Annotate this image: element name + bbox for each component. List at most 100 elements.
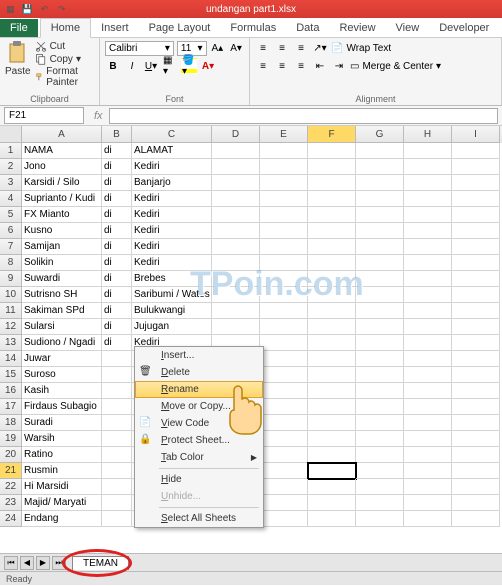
cell[interactable]: [404, 431, 452, 447]
cell[interactable]: [404, 511, 452, 527]
cell[interactable]: [452, 159, 500, 175]
select-all-corner[interactable]: [0, 126, 22, 143]
cell[interactable]: Kediri: [132, 255, 212, 271]
cell[interactable]: Kediri: [132, 223, 212, 239]
cell[interactable]: [308, 431, 356, 447]
column-header[interactable]: H: [404, 126, 452, 143]
format-painter-button[interactable]: Format Painter: [35, 66, 94, 88]
cell[interactable]: [452, 495, 500, 511]
cell[interactable]: [404, 271, 452, 287]
cell[interactable]: [308, 175, 356, 191]
cell[interactable]: Saribumi / Wates: [132, 287, 212, 303]
row-header[interactable]: 24: [0, 511, 22, 527]
cell[interactable]: [356, 463, 404, 479]
cell[interactable]: [404, 335, 452, 351]
cell[interactable]: [356, 479, 404, 495]
cell[interactable]: [102, 367, 132, 383]
cell[interactable]: [356, 143, 404, 159]
cell[interactable]: [260, 495, 308, 511]
cell[interactable]: [260, 463, 308, 479]
row-header[interactable]: 3: [0, 175, 22, 191]
align-right-icon[interactable]: ≡: [293, 58, 309, 74]
align-bottom-icon[interactable]: ≡: [293, 40, 309, 56]
cell[interactable]: [308, 399, 356, 415]
cell[interactable]: Brebes: [132, 271, 212, 287]
cell[interactable]: Rusmin: [22, 463, 102, 479]
cell[interactable]: di: [102, 319, 132, 335]
cell[interactable]: [404, 383, 452, 399]
cell[interactable]: Kediri: [132, 207, 212, 223]
tab-data[interactable]: Data: [286, 19, 329, 37]
cell[interactable]: [260, 399, 308, 415]
row-header[interactable]: 13: [0, 335, 22, 351]
first-sheet-button[interactable]: ⏮: [4, 556, 18, 570]
cell[interactable]: [260, 351, 308, 367]
cell[interactable]: [356, 239, 404, 255]
cell[interactable]: [356, 255, 404, 271]
cell[interactable]: di: [102, 255, 132, 271]
menu-item-select-all-sheets[interactable]: Select All Sheets: [135, 510, 263, 527]
cell[interactable]: Kusno: [22, 223, 102, 239]
row-header[interactable]: 14: [0, 351, 22, 367]
cell[interactable]: Suwardi: [22, 271, 102, 287]
cell[interactable]: di: [102, 159, 132, 175]
cell[interactable]: [404, 143, 452, 159]
tab-page-layout[interactable]: Page Layout: [139, 19, 221, 37]
row-header[interactable]: 9: [0, 271, 22, 287]
row-header[interactable]: 2: [0, 159, 22, 175]
cell[interactable]: [308, 143, 356, 159]
cell[interactable]: [404, 319, 452, 335]
next-sheet-button[interactable]: ▶: [36, 556, 50, 570]
cell[interactable]: [260, 447, 308, 463]
cell[interactable]: [452, 239, 500, 255]
cell[interactable]: [212, 239, 260, 255]
cell[interactable]: [212, 303, 260, 319]
cell[interactable]: [404, 255, 452, 271]
cell[interactable]: Sakiman SPd: [22, 303, 102, 319]
cell[interactable]: [356, 287, 404, 303]
cell[interactable]: [212, 143, 260, 159]
sheet-tab[interactable]: TEMAN: [72, 556, 129, 570]
cell[interactable]: [260, 271, 308, 287]
cell[interactable]: Warsih: [22, 431, 102, 447]
fill-color-button[interactable]: 🪣▾: [181, 58, 197, 74]
undo-icon[interactable]: ↶: [38, 3, 51, 16]
cell[interactable]: [308, 495, 356, 511]
cell[interactable]: [308, 319, 356, 335]
row-header[interactable]: 17: [0, 399, 22, 415]
cell[interactable]: [356, 175, 404, 191]
row-header[interactable]: 11: [0, 303, 22, 319]
font-color-button[interactable]: A▾: [200, 58, 216, 74]
align-left-icon[interactable]: ≡: [255, 58, 271, 74]
cell[interactable]: [356, 447, 404, 463]
cell[interactable]: di: [102, 271, 132, 287]
cell[interactable]: [452, 447, 500, 463]
cell[interactable]: [452, 175, 500, 191]
row-header[interactable]: 6: [0, 223, 22, 239]
cell[interactable]: Kediri: [132, 239, 212, 255]
cell[interactable]: [260, 255, 308, 271]
cell[interactable]: [452, 223, 500, 239]
cell[interactable]: Firdaus Subagio: [22, 399, 102, 415]
cell[interactable]: Majid/ Maryati: [22, 495, 102, 511]
italic-button[interactable]: I: [124, 58, 140, 74]
cell[interactable]: Jono: [22, 159, 102, 175]
cell[interactable]: [260, 335, 308, 351]
cell[interactable]: [260, 175, 308, 191]
cell[interactable]: [452, 335, 500, 351]
cell[interactable]: [356, 223, 404, 239]
cell[interactable]: [308, 223, 356, 239]
cell[interactable]: [308, 191, 356, 207]
wrap-text-button[interactable]: 📄Wrap Text: [331, 43, 391, 54]
align-top-icon[interactable]: ≡: [255, 40, 271, 56]
row-header[interactable]: 19: [0, 431, 22, 447]
cell[interactable]: [356, 415, 404, 431]
cell[interactable]: [308, 351, 356, 367]
cell[interactable]: Suprianto / Kudi: [22, 191, 102, 207]
file-tab[interactable]: File: [0, 19, 38, 37]
row-header[interactable]: 22: [0, 479, 22, 495]
row-header[interactable]: 20: [0, 447, 22, 463]
cell[interactable]: di: [102, 175, 132, 191]
align-middle-icon[interactable]: ≡: [274, 40, 290, 56]
cell[interactable]: [404, 495, 452, 511]
